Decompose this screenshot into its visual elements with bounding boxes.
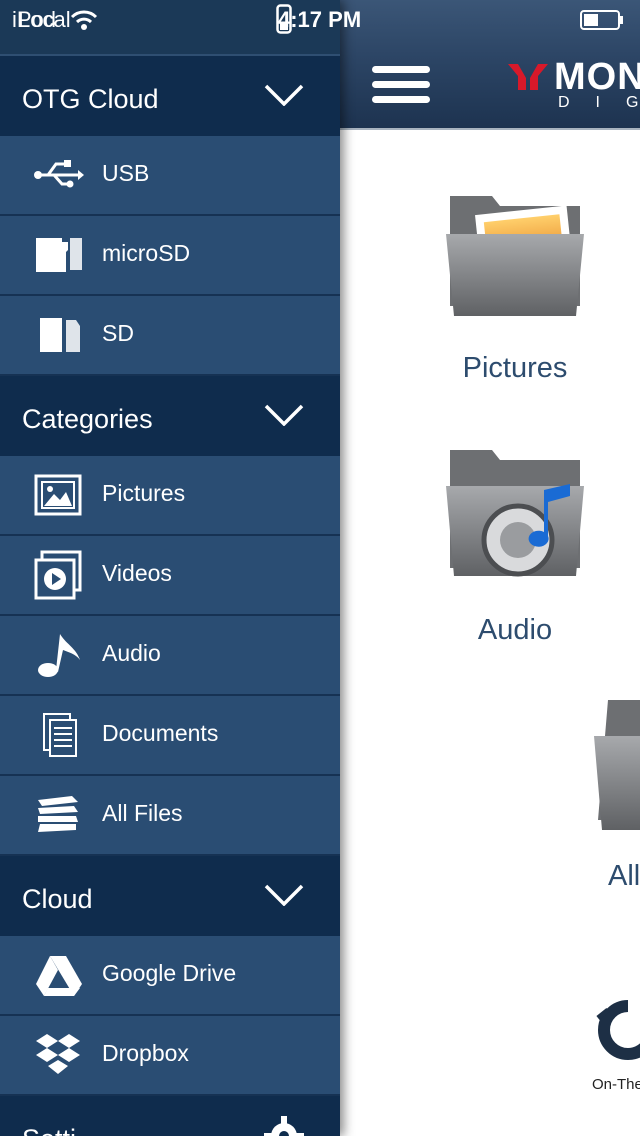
tile-label-audio: Audio <box>477 614 553 646</box>
sidebar-item-label-usb: USB <box>102 160 150 186</box>
section-title-settings: Setti <box>22 1124 76 1136</box>
section-cloud[interactable]: Cloud <box>0 856 340 938</box>
tile-pictures[interactable]: Pictures <box>430 176 600 396</box>
microsd-icon <box>36 238 82 272</box>
sidebar-item-label-all-files: All Files <box>102 800 183 826</box>
pictures-icon <box>34 474 82 516</box>
battery-icon <box>580 10 623 30</box>
sidebar-item-dropbox[interactable]: Dropbox <box>0 1016 340 1097</box>
sidebar-item-label-sd: SD <box>102 320 134 346</box>
sidebar-item-microsd[interactable]: microSD <box>0 216 340 297</box>
menu-hamburger-icon[interactable] <box>372 66 430 104</box>
tile-label-all-files: All <box>608 860 640 892</box>
logo-text: MON <box>554 56 640 98</box>
sidebar-item-label-videos: Videos <box>102 560 172 586</box>
section-otg-cloud[interactable]: OTG Cloud <box>0 56 340 138</box>
sidebar-item-label-dropbox: Dropbox <box>102 1040 189 1066</box>
sidebar-item-audio[interactable]: Audio <box>0 616 340 697</box>
sidebar-item-label-microsd: microSD <box>102 240 191 266</box>
gear-icon[interactable] <box>262 1114 306 1136</box>
sidebar-item-all-files[interactable]: All Files <box>0 776 340 857</box>
dropbox-icon <box>36 1034 80 1074</box>
chevron-down-icon[interactable] <box>264 884 304 906</box>
status-time: 4:17 PM <box>278 7 362 32</box>
status-carrier: iPod <box>12 7 57 32</box>
main-pane: MON DIG Pictures Audio <box>340 0 640 1136</box>
sidebar-item-label-google-drive: Google Drive <box>102 960 237 986</box>
sidebar-item-google-drive[interactable]: Google Drive <box>0 936 340 1017</box>
section-categories[interactable]: Categories <box>0 376 340 458</box>
sidebar-item-pictures[interactable]: Pictures <box>0 456 340 537</box>
chevron-down-icon[interactable] <box>264 84 304 106</box>
sidebar-item-label-documents: Documents <box>102 720 219 746</box>
usb-icon <box>34 160 84 188</box>
sidebar-item-videos[interactable]: Videos <box>0 536 340 617</box>
section-title-categories: Categories <box>22 404 153 434</box>
sidebar-item-label-pictures: Pictures <box>102 480 186 506</box>
section-title-cloud: Cloud <box>22 884 93 914</box>
status-bar: iPod 4:17 PM <box>0 0 640 40</box>
sd-card-icon <box>40 318 80 352</box>
pictures-folder-icon <box>446 196 584 316</box>
music-note-icon <box>38 634 80 677</box>
sidebar-item-documents[interactable]: Documents <box>0 696 340 777</box>
all-files-icon <box>38 796 78 832</box>
google-drive-icon <box>36 956 82 996</box>
sidebar-item-label-audio: Audio <box>102 640 161 666</box>
sidebar-item-sd[interactable]: SD <box>0 296 340 377</box>
logo-subtext: DIG <box>558 94 638 111</box>
chevron-down-icon[interactable] <box>264 404 304 426</box>
brand-logo: MON DIG <box>506 56 640 114</box>
wifi-icon <box>70 10 98 30</box>
section-title-otg-cloud: OTG Cloud <box>22 84 159 114</box>
tile-audio[interactable]: Audio <box>430 440 600 656</box>
videos-icon <box>34 550 82 600</box>
logo-mark-icon <box>508 64 548 90</box>
all-files-folder-icon <box>594 700 640 830</box>
navigation-drawer: Local OTG Cloud USB microSD SD Categorie… <box>0 0 340 1136</box>
tile-all-files[interactable]: All <box>580 690 640 900</box>
sidebar-item-usb[interactable]: USB <box>0 136 340 217</box>
brand-text: On-The <box>592 1076 640 1093</box>
audio-folder-icon <box>446 450 584 577</box>
tile-label-pictures: Pictures <box>462 352 568 384</box>
documents-icon <box>43 713 77 757</box>
section-settings[interactable]: Setti <box>0 1096 340 1136</box>
